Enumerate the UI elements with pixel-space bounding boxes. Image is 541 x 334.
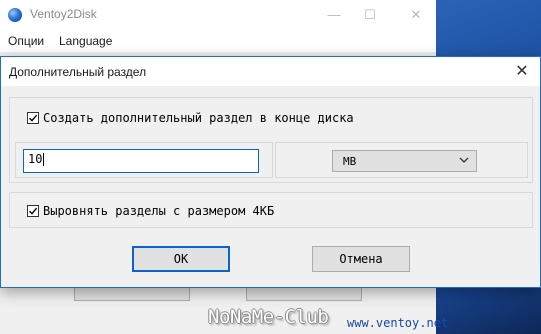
close-window-button[interactable]: ✕: [404, 3, 428, 27]
align-partitions-checkbox[interactable]: [27, 205, 39, 217]
dialog-titlebar: Дополнительный раздел ✕: [1, 57, 540, 86]
ventoy-app-icon: [8, 8, 22, 22]
chevron-down-icon: [459, 157, 469, 163]
size-unit-value: MB: [343, 155, 357, 168]
watermark-text: NoNaMe-Club: [208, 306, 329, 328]
main-titlebar: Ventoy2Disk — ☐ ✕: [0, 0, 436, 30]
partition-dialog: Дополнительный раздел ✕ Создать дополнит…: [0, 56, 541, 288]
main-window-title: Ventoy2Disk: [30, 7, 97, 21]
update-button-partial[interactable]: [246, 288, 362, 301]
menu-language[interactable]: Language: [59, 34, 112, 48]
install-button-partial[interactable]: [74, 288, 190, 301]
maximize-button[interactable]: ☐: [358, 3, 382, 27]
create-partition-checkbox[interactable]: [27, 112, 39, 124]
minimize-button[interactable]: —: [322, 3, 346, 27]
dialog-close-icon[interactable]: ✕: [510, 60, 534, 84]
checkmark-icon: [29, 207, 38, 215]
dialog-title: Дополнительный раздел: [9, 65, 147, 79]
ventoy-website-link[interactable]: www.ventoy.net: [347, 316, 448, 330]
partition-size-value: 10: [28, 152, 43, 166]
menubar: Опции Language: [0, 30, 436, 52]
size-unit-select[interactable]: MB: [332, 150, 477, 172]
partition-size-input[interactable]: 10: [23, 149, 259, 173]
align-settings-group: Выровнять разделы с размером 4КБ: [9, 192, 533, 228]
align-partitions-label: Выровнять разделы с размером 4КБ: [43, 204, 275, 218]
checkmark-icon: [29, 114, 38, 122]
ok-button[interactable]: OK: [132, 246, 230, 272]
cancel-button[interactable]: Отмена: [312, 246, 410, 272]
create-partition-label: Создать дополнительный раздел в конце ди…: [43, 111, 354, 125]
text-caret: [43, 153, 45, 166]
menu-options[interactable]: Опции: [8, 34, 44, 48]
